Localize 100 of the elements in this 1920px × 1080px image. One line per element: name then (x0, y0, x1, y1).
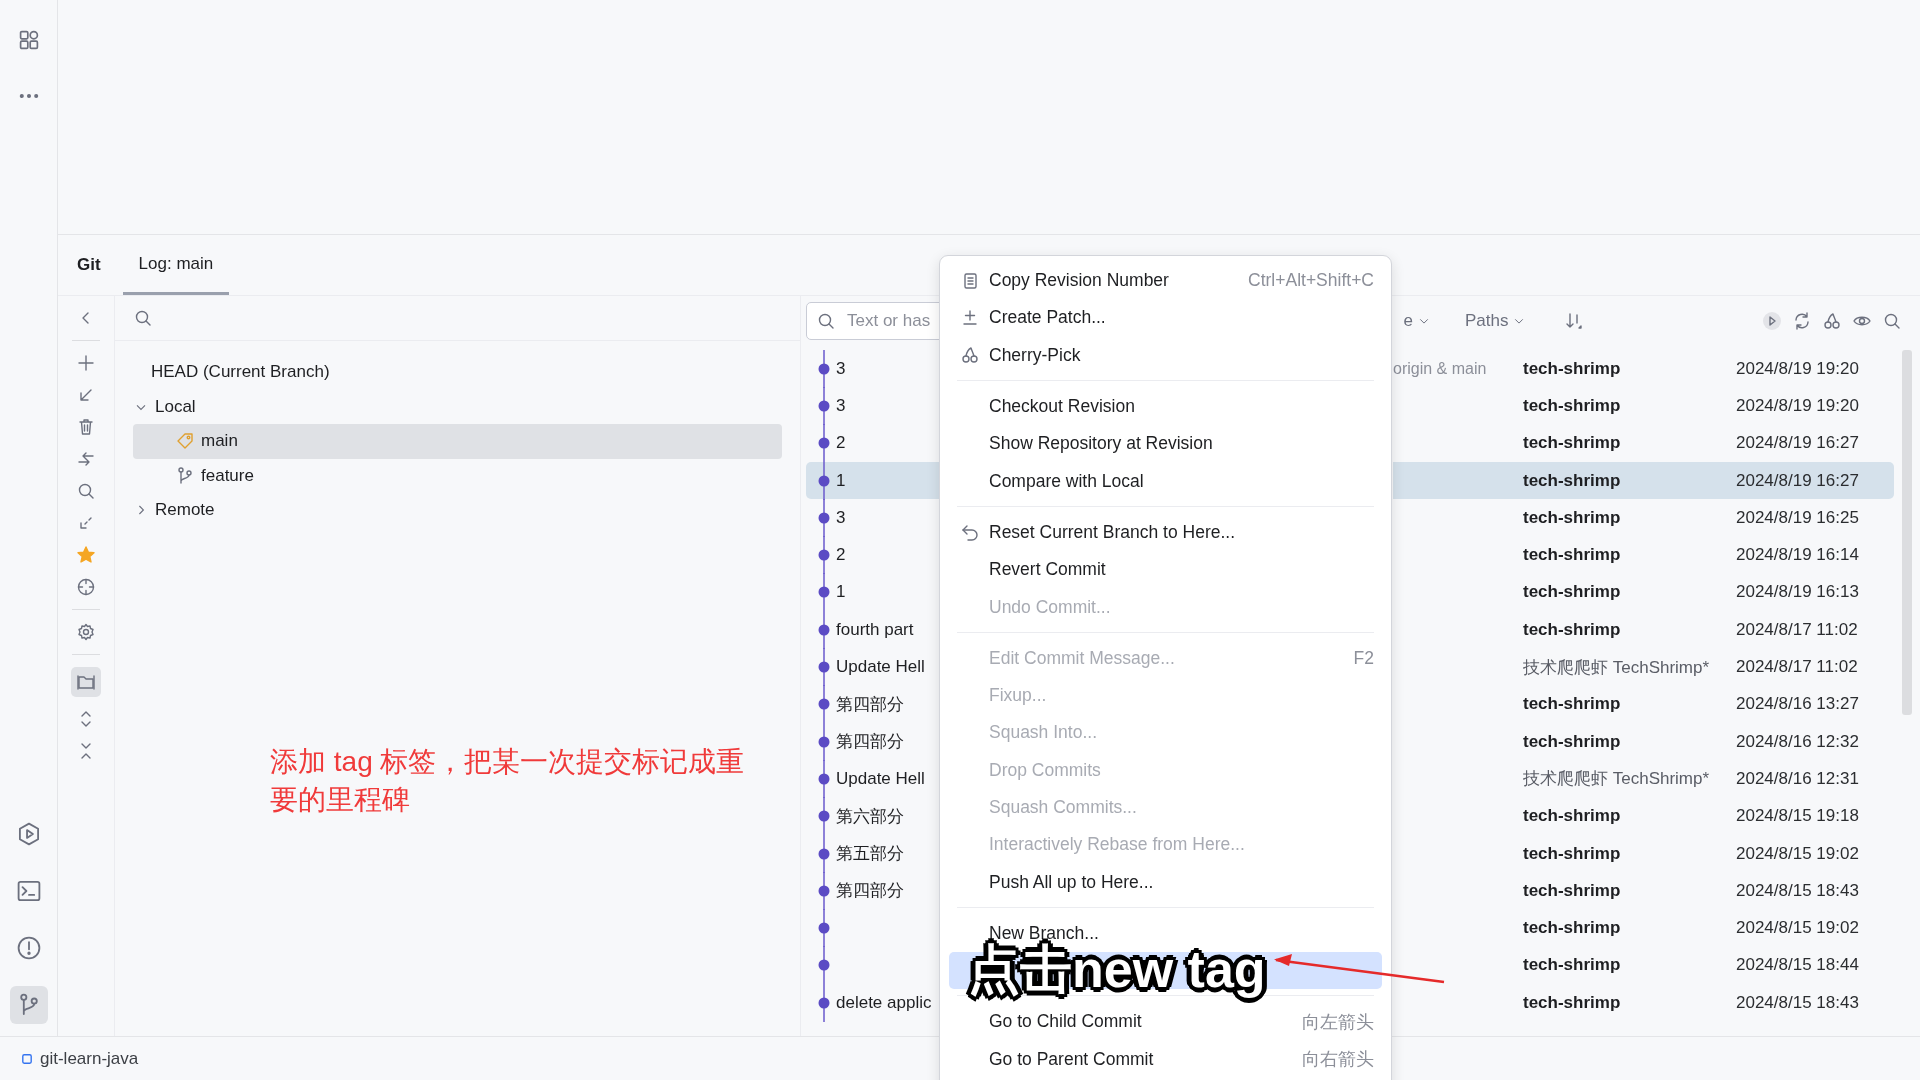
commit-details[interactable]: tech-shrimp 2024/8/15 19:02 (1393, 834, 1894, 873)
author: tech-shrimp (1523, 806, 1622, 827)
menu-item[interactable]: Revert Commit (949, 551, 1382, 589)
branch-icon (175, 465, 195, 486)
commit-date: 2024/8/15 19:18 (1736, 806, 1860, 827)
graph-node (818, 759, 830, 798)
commit-details[interactable]: tech-shrimp 2024/8/15 18:43 (1393, 872, 1894, 910)
commit-details[interactable]: tech-shrimp 2024/8/19 19:20 (1393, 387, 1894, 425)
tree-item[interactable]: Remote (133, 493, 782, 528)
tree-item[interactable]: Local (133, 389, 782, 424)
commit-entry[interactable]: 2 (806, 536, 940, 574)
graph-node (818, 946, 830, 985)
commit-details[interactable]: tech-shrimp 2024/8/16 12:32 (1393, 722, 1894, 761)
refresh-icon[interactable] (1792, 311, 1812, 331)
commit-details[interactable]: tech-shrimp 2024/8/15 18:44 (1393, 946, 1894, 985)
menu-item[interactable]: Cherry-Pick (949, 336, 1382, 374)
menu-item[interactable]: Create Patch... (949, 299, 1382, 337)
project-icon (20, 1051, 34, 1066)
commit-entry[interactable]: Update Hell (806, 760, 940, 798)
commit-entry[interactable]: 1 (806, 461, 940, 500)
tool-window-title: Git (77, 255, 101, 275)
commit-date: 2024/8/17 11:02 (1736, 619, 1859, 640)
commit-entry[interactable]: 3 (806, 499, 940, 537)
settings-icon[interactable] (76, 622, 96, 642)
graph-node (818, 424, 830, 463)
commit-details[interactable]: tech-shrimp 2024/8/17 11:02 (1393, 611, 1894, 649)
commit-entry[interactable]: Update Hell (806, 648, 940, 686)
commit-details[interactable]: tech-shrimp 2024/8/19 16:13 (1393, 573, 1894, 612)
commit-entry[interactable]: 1 (806, 573, 940, 612)
commit-entry[interactable]: fourth part (806, 611, 940, 649)
menu-item[interactable]: Compare with Local (949, 462, 1382, 500)
menu-item[interactable]: Go to Child Commit 向左箭头 (949, 1003, 1382, 1041)
author: tech-shrimp (1523, 433, 1622, 454)
tab[interactable]: Log: main (122, 235, 230, 295)
menu-item[interactable]: Copy Revision Number Ctrl+Alt+Shift+C (949, 262, 1382, 300)
commit-date: 2024/8/19 16:14 (1736, 545, 1860, 566)
commit-date: 2024/8/19 16:27 (1736, 433, 1860, 454)
menu-item[interactable]: Go to Parent Commit 向右箭头 (949, 1040, 1382, 1078)
commit-details[interactable]: tech-shrimp 2024/8/15 19:18 (1393, 797, 1894, 835)
author: tech-shrimp (1523, 694, 1622, 715)
menu-item[interactable]: Checkout Revision (949, 387, 1382, 426)
folder-icon (76, 672, 96, 692)
search-icon[interactable] (133, 308, 153, 328)
commit-entry[interactable]: 2 (806, 424, 940, 462)
commit-details[interactable]: tech-shrimp 2024/8/15 19:02 (1393, 909, 1894, 947)
commit-message: 3 (836, 358, 846, 379)
project-name[interactable]: git-learn-java (40, 1048, 139, 1069)
author: tech-shrimp (1523, 470, 1622, 491)
commit-entry[interactable]: 3 (806, 387, 940, 425)
commit-entry[interactable]: 第五部分 (806, 834, 940, 873)
tree-item[interactable]: feature (133, 458, 782, 493)
commit-message: 第四部分 (836, 731, 904, 754)
commit-details[interactable]: tech-shrimp 2024/8/15 18:43 (1393, 984, 1894, 1022)
graph-node (818, 536, 830, 575)
scrollbar[interactable] (1902, 350, 1912, 715)
cherry-icon[interactable] (1822, 311, 1842, 331)
commit-entry[interactable]: 第四部分 (806, 685, 940, 723)
graph-node (818, 648, 830, 687)
plus-icon[interactable] (76, 353, 96, 373)
author: tech-shrimp (1523, 880, 1622, 901)
menu-item[interactable]: Show Repository at Revision (949, 425, 1382, 463)
search-icon[interactable] (1882, 311, 1902, 331)
commit-details[interactable]: tech-shrimp 2024/8/19 16:27 (1393, 424, 1894, 462)
commit-details[interactable]: tech-shrimp 2024/8/19 16:25 (1393, 499, 1894, 537)
commit-details[interactable]: tech-shrimp 2024/8/16 13:27 (1393, 685, 1894, 723)
commit-details[interactable]: tech-shrimp 2024/8/19 16:27 (1393, 461, 1894, 500)
search-icon[interactable] (76, 481, 96, 501)
commit-date: 2024/8/17 11:02 (1736, 657, 1859, 677)
trash-icon[interactable] (76, 417, 96, 437)
commit-date: 2024/8/19 16:25 (1736, 507, 1860, 528)
git-button[interactable] (9, 986, 48, 1024)
commit-entry[interactable]: 第六部分 (806, 797, 940, 835)
author: 技术爬爬虾 TechShrimp* (1523, 656, 1711, 679)
folder-toggle[interactable] (71, 667, 101, 697)
commit-entry[interactable]: 第四部分 (806, 872, 940, 910)
commit-entry[interactable]: 3 (806, 350, 940, 388)
commit-details[interactable]: origin & main tech-shrimp 2024/8/19 19:20 (1393, 350, 1894, 388)
paths-filter[interactable]: Paths (1465, 311, 1527, 331)
filter-dropdown[interactable]: e (1403, 311, 1431, 331)
commit-entry[interactable]: 第四部分 (806, 722, 940, 761)
tree-item[interactable]: main (133, 424, 782, 459)
tree-item[interactable]: HEAD (Current Branch) (133, 355, 782, 390)
commit-message: 1 (836, 582, 846, 603)
play-icon[interactable] (1762, 311, 1782, 331)
cherry-icon (960, 345, 980, 366)
star-icon[interactable] (76, 545, 96, 565)
author: tech-shrimp (1523, 545, 1622, 566)
crosshair-icon[interactable] (76, 577, 96, 597)
commit-date: 2024/8/19 16:27 (1736, 470, 1860, 491)
menu-item[interactable]: Reset Current Branch to Here... (949, 513, 1382, 552)
commit-details[interactable]: 技术爬爬虾 TechShrimp* 2024/8/17 11:02 (1393, 648, 1894, 686)
commit-message: 2 (836, 545, 846, 566)
menu-item[interactable]: Push All up to Here... (949, 863, 1382, 901)
commit-entry[interactable]: delete applic (806, 984, 940, 1022)
commit-date: 2024/8/16 12:31 (1736, 768, 1860, 789)
commit-details[interactable]: 技术爬爬虾 TechShrimp* 2024/8/16 12:31 (1393, 760, 1894, 798)
commit-details[interactable]: tech-shrimp 2024/8/19 16:14 (1393, 536, 1894, 574)
sort-icon[interactable] (1564, 311, 1585, 331)
author: tech-shrimp (1523, 619, 1622, 640)
commit-date: 2024/8/15 19:02 (1736, 843, 1860, 864)
